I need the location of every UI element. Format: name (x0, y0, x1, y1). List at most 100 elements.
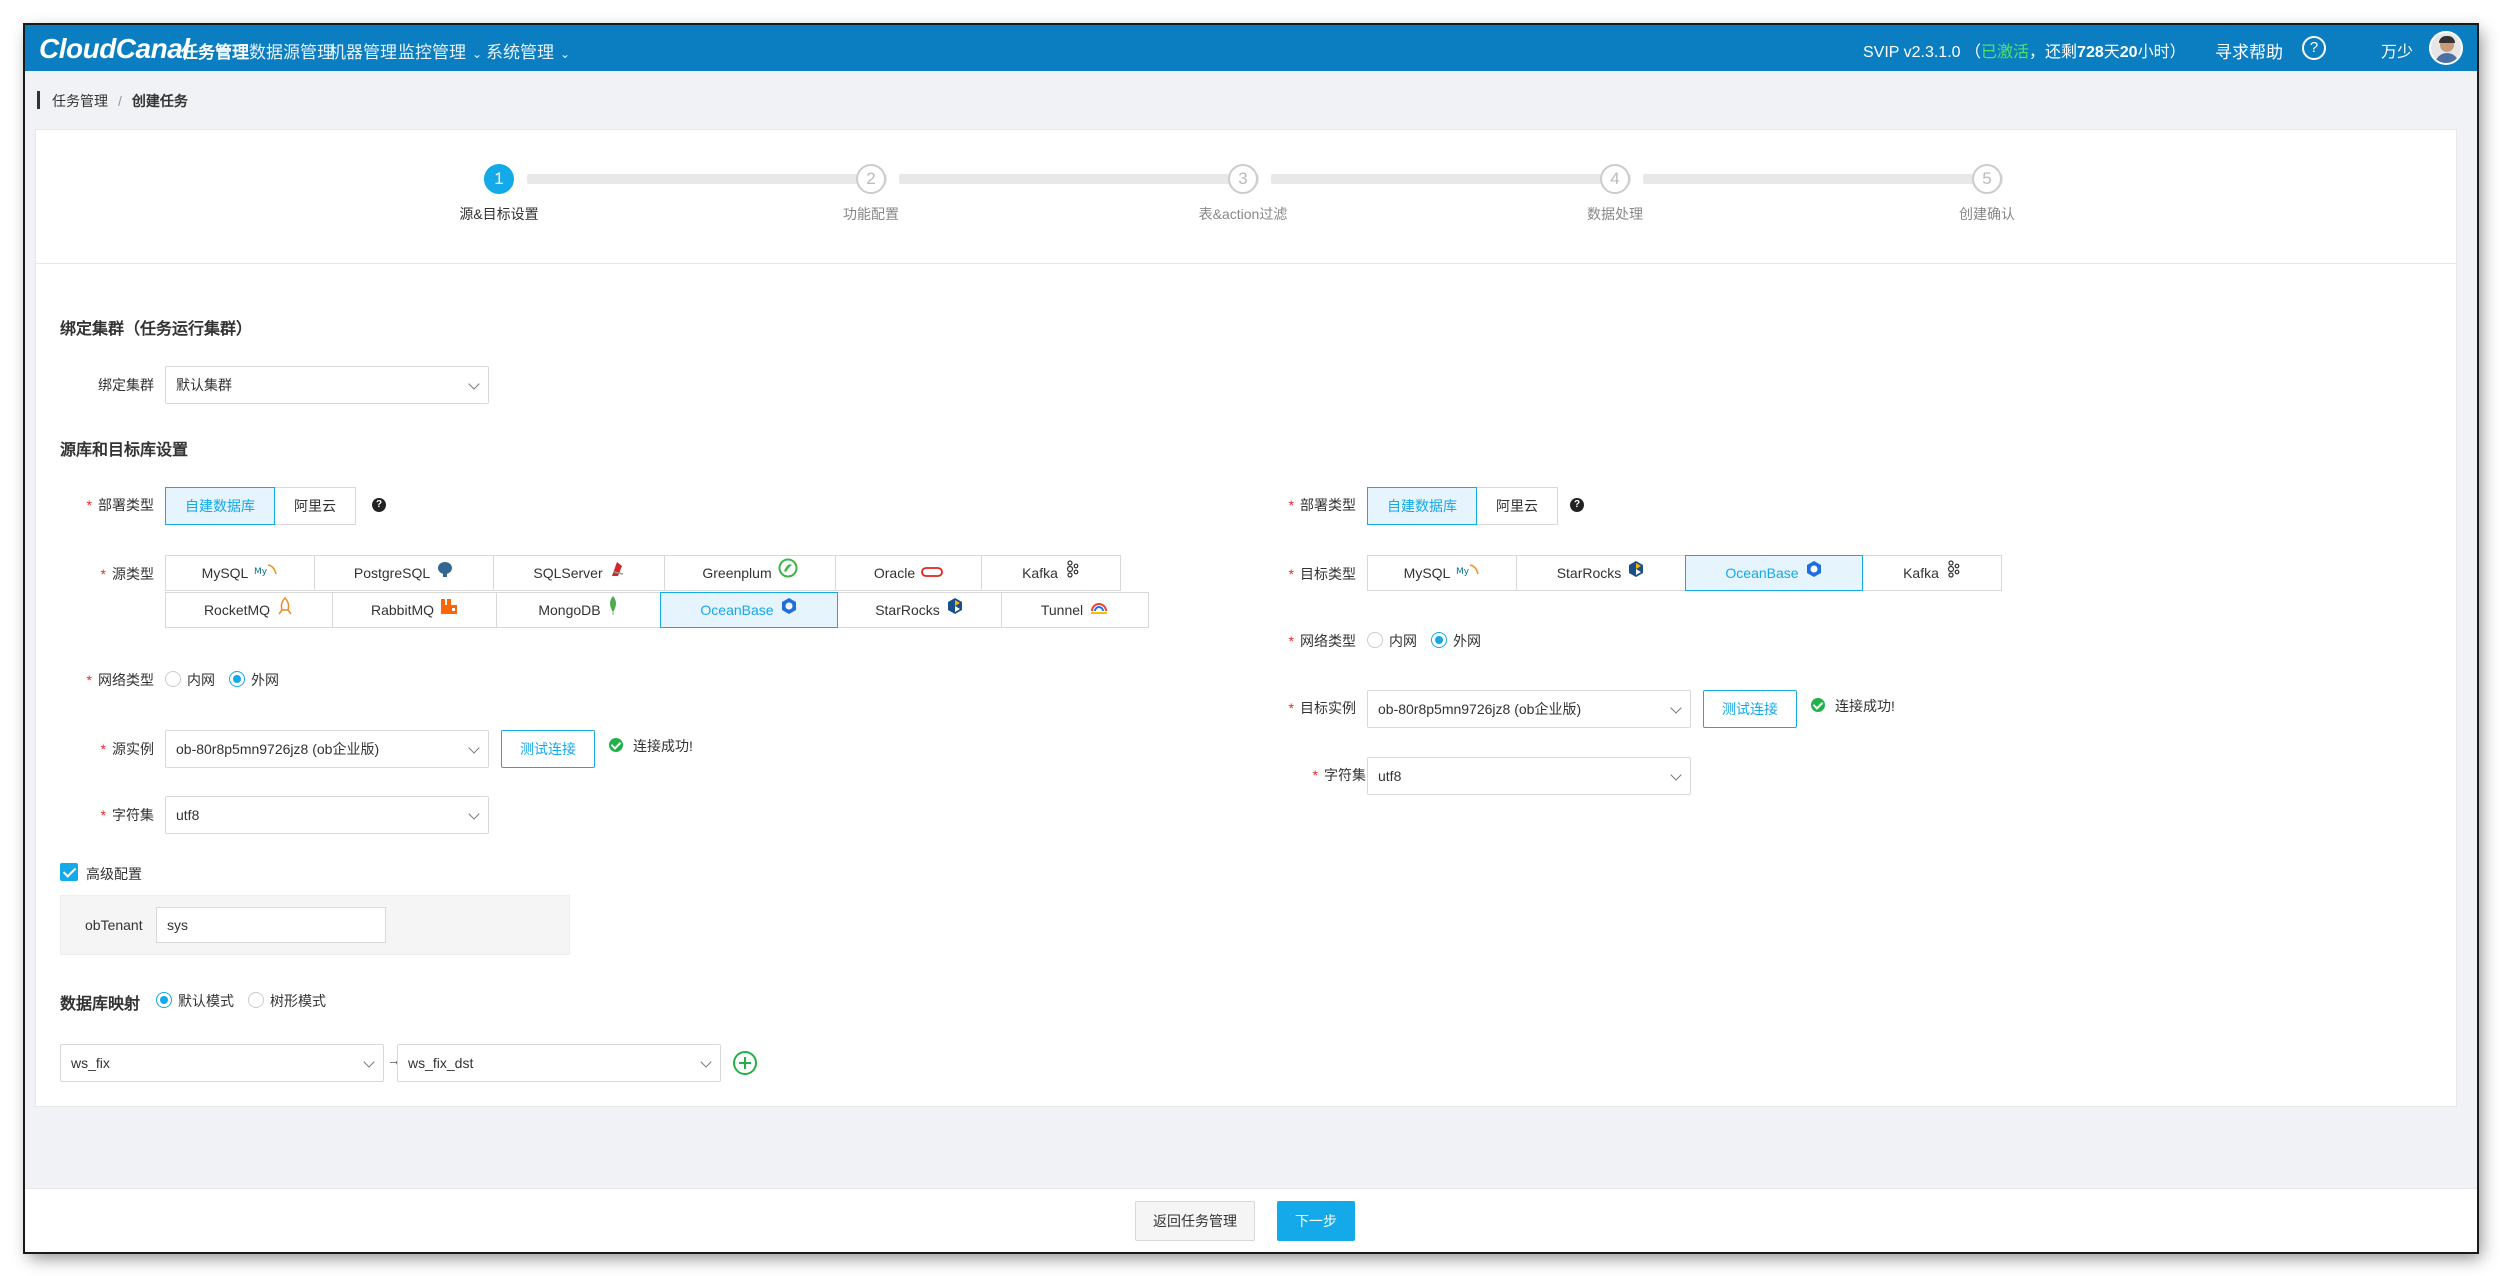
nav-system-management[interactable]: 系统管理 ⌄ (486, 38, 570, 63)
target-type-mysql[interactable]: MySQL My (1367, 555, 1517, 591)
cluster-select[interactable]: 默认集群 (165, 366, 489, 404)
days-unit: 天 (2103, 44, 2120, 61)
source-type-mysql[interactable]: MySQL My (165, 555, 315, 591)
source-deploy-label: * 部署类型 (86, 497, 154, 513)
cloudcanal-logo[interactable]: CloudCanal (39, 33, 190, 65)
nav-machine-management[interactable]: 机器管理 (329, 38, 397, 63)
remaining-prefix: ，还剩 (2029, 44, 2078, 61)
ob-tenant-input[interactable]: sys (156, 907, 386, 943)
source-test-connection-button[interactable]: 测试连接 (501, 730, 595, 768)
nav-task-management[interactable]: 任务管理 (181, 38, 249, 63)
target-network-label: * 网络类型 (1288, 633, 1356, 649)
target-type-starrocks[interactable]: StarRocks (1516, 555, 1686, 591)
source-network-intranet[interactable]: 内网 (165, 671, 215, 688)
mapping-target-db-select[interactable]: ws_fix_dst (397, 1044, 721, 1082)
target-network-internet[interactable]: 外网 (1431, 632, 1481, 649)
target-test-connection-button[interactable]: 测试连接 (1703, 690, 1797, 728)
radio-icon (1367, 632, 1383, 649)
source-instance-select[interactable]: ob-80r8p5mn9726jz8 (ob企业版) (165, 730, 489, 768)
source-network-internet[interactable]: 外网 (229, 671, 279, 688)
target-charset-label: * 字符集 (1312, 767, 1366, 783)
help-link[interactable]: 寻求帮助 (2215, 38, 2283, 63)
source-deploy-aliyun[interactable]: 阿里云 (274, 487, 356, 525)
oceanbase-icon (780, 593, 798, 627)
radio-checked-icon (1431, 632, 1447, 649)
source-instance-label: * 源实例 (100, 741, 154, 757)
postgresql-icon (436, 556, 454, 590)
chevron-down-icon (1670, 702, 1682, 714)
target-deploy-aliyun[interactable]: 阿里云 (1476, 487, 1558, 525)
mongodb-icon (607, 593, 619, 627)
radio-checked-icon (229, 671, 245, 688)
target-network-radio-group: 内网 外网 (1367, 631, 1495, 651)
chevron-down-icon (363, 1056, 375, 1068)
source-type-oceanbase[interactable]: OceanBase (660, 592, 838, 628)
source-deploy-self-hosted[interactable]: 自建数据库 (165, 487, 275, 525)
step-2-indicator: 2 (856, 164, 886, 194)
source-connection-result: 连接成功! (633, 738, 693, 754)
cluster-section-title: 绑定集群（任务运行集群） (60, 321, 253, 338)
chevron-down-icon (468, 808, 480, 820)
step-2-label: 功能配置 (843, 206, 899, 222)
target-charset-value: utf8 (1378, 768, 1402, 784)
chevron-down-icon (468, 742, 480, 754)
advanced-config-checkbox[interactable] (60, 863, 78, 881)
step-3-indicator: 3 (1228, 164, 1258, 194)
source-type-rabbitmq[interactable]: RabbitMQ (332, 592, 497, 628)
mysql-icon: My (1456, 556, 1480, 590)
source-type-label: * 源类型 (100, 566, 154, 582)
source-charset-value: utf8 (176, 807, 200, 823)
source-type-oracle[interactable]: Oracle (835, 555, 982, 591)
source-type-postgresql[interactable]: PostgreSQL (314, 555, 494, 591)
target-type-kafka[interactable]: Kafka (1862, 555, 2002, 591)
target-network-intranet[interactable]: 内网 (1367, 632, 1417, 649)
source-type-starrocks[interactable]: StarRocks (837, 592, 1002, 628)
source-type-sqlserver[interactable]: SQLServer (493, 555, 665, 591)
question-icon[interactable]: ? (372, 498, 386, 512)
breadcrumb-root[interactable]: 任务管理 (52, 93, 108, 109)
greenplum-icon (778, 556, 798, 590)
create-task-card: 1 2 3 4 5 源&目标设置 功能配置 表&action过滤 数据处理 创建… (35, 129, 2457, 1107)
version-text: SVIP v2.3.1.0 (1863, 44, 1961, 61)
source-type-mongodb[interactable]: MongoDB (496, 592, 661, 628)
avatar[interactable] (2429, 31, 2463, 65)
mapping-mode-tree[interactable]: 树形模式 (248, 992, 326, 1009)
add-mapping-icon[interactable] (733, 1051, 757, 1075)
source-type-greenplum[interactable]: Greenplum (664, 555, 836, 591)
target-type-label: * 目标类型 (1288, 566, 1356, 582)
nav-datasource-management[interactable]: 数据源管理 (249, 38, 334, 63)
target-type-oceanbase[interactable]: OceanBase (1685, 555, 1863, 591)
mapping-source-db-value: ws_fix (71, 1055, 110, 1071)
advanced-config-label[interactable]: 高级配置 (86, 864, 142, 884)
starrocks-icon (946, 593, 964, 627)
back-to-tasks-button[interactable]: 返回任务管理 (1135, 1201, 1255, 1241)
target-deploy-self-hosted[interactable]: 自建数据库 (1367, 487, 1477, 525)
mysql-icon: My (254, 556, 278, 590)
question-icon[interactable]: ? (1570, 498, 1584, 512)
mapping-mode-default[interactable]: 默认模式 (156, 992, 234, 1009)
mapping-mode-radio-group: 默认模式 树形模式 (156, 991, 340, 1011)
source-type-tunnel[interactable]: Tunnel (1001, 592, 1149, 628)
mapping-target-db-value: ws_fix_dst (408, 1055, 474, 1071)
target-connection-result: 连接成功! (1835, 698, 1895, 714)
source-type-rocketmq[interactable]: RocketMQ (165, 592, 333, 628)
target-instance-select[interactable]: ob-80r8p5mn9726jz8 (ob企业版) (1367, 690, 1691, 728)
rabbitmq-icon (440, 593, 458, 627)
radio-icon (165, 671, 181, 688)
user-name[interactable]: 万少 (2381, 38, 2413, 62)
chevron-down-icon (468, 378, 480, 390)
source-type-kafka[interactable]: Kafka (981, 555, 1121, 591)
next-step-button[interactable]: 下一步 (1277, 1201, 1355, 1241)
nav-monitor-management[interactable]: 监控管理 ⌄ (398, 38, 482, 63)
source-charset-select[interactable]: utf8 (165, 796, 489, 834)
oceanbase-icon (1805, 556, 1823, 590)
mapping-source-db-select[interactable]: ws_fix (60, 1044, 384, 1082)
question-circle-icon[interactable]: ? (2302, 36, 2326, 60)
svg-text:My: My (1456, 567, 1470, 577)
target-charset-select[interactable]: utf8 (1367, 757, 1691, 795)
tunnel-icon (1089, 593, 1109, 627)
mapping-section-title: 数据库映射 (60, 996, 141, 1013)
check-circle-icon (1811, 698, 1825, 712)
oracle-icon (921, 556, 944, 590)
target-instance-label: * 目标实例 (1288, 700, 1356, 716)
